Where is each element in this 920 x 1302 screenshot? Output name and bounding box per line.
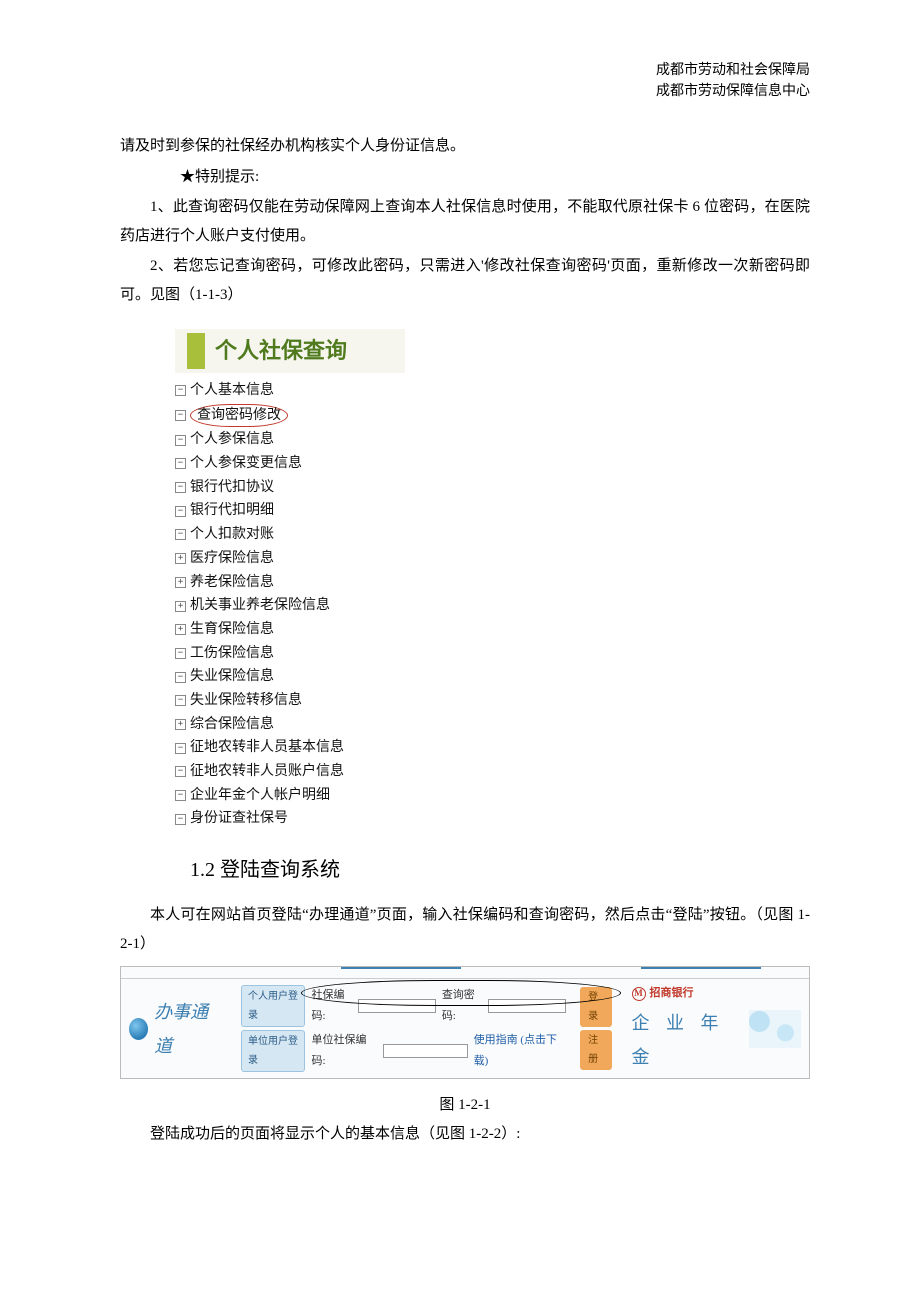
menu-item[interactable]: −工伤保险信息 bbox=[175, 642, 405, 666]
label-ssn: 社保编码: bbox=[311, 985, 352, 1027]
tree-collapse-icon[interactable]: − bbox=[175, 506, 186, 517]
menu-item-label: 身份证查社保号 bbox=[190, 808, 288, 830]
menu-item-label: 征地农转非人员基本信息 bbox=[190, 737, 344, 759]
menu-item-label: 银行代扣明细 bbox=[190, 500, 274, 522]
section-1-2-para-1: 本人可在网站首页登陆“办理通道”页面，输入社保编码和查询密码，然后点击“登陆”按… bbox=[120, 901, 810, 958]
tree-expand-icon[interactable]: + bbox=[175, 601, 186, 612]
paragraph-continuation: 请及时到参保的社保经办机构核实个人身份证信息。 bbox=[120, 132, 810, 161]
note-item-1: 1、此查询密码仅能在劳动保障网上查询本人社保信息时使用，不能取代原社保卡 6 位… bbox=[120, 193, 810, 250]
menu-item-label: 综合保险信息 bbox=[190, 714, 274, 736]
menu-item[interactable]: + 机关事业养老保险信息 bbox=[175, 594, 405, 618]
figure-1-2-1: 办事通道 个人用户登录 单位用户登录 社保编码: 查询密码: 单位社保编码: 使… bbox=[120, 966, 810, 1079]
menu-item[interactable]: −银行代扣协议 bbox=[175, 476, 405, 500]
header-line2: 成都市劳动保障信息中心 bbox=[120, 81, 810, 102]
login-form: 社保编码: 查询密码: 单位社保编码: 使用指南 (点击下载) bbox=[311, 985, 566, 1072]
input-password[interactable] bbox=[488, 999, 566, 1013]
brand-globe-icon bbox=[129, 1018, 148, 1040]
menu-item[interactable]: −企业年金个人帐户明细 bbox=[175, 784, 405, 808]
menu-item[interactable]: + 生育保险信息 bbox=[175, 618, 405, 642]
banner-accent-icon bbox=[187, 333, 205, 369]
menu-item-label: 个人参保信息 bbox=[190, 429, 274, 451]
input-ssn[interactable] bbox=[358, 999, 436, 1013]
document-header: 成都市劳动和社会保障局 成都市劳动保障信息中心 bbox=[120, 60, 810, 102]
menu-item[interactable]: + 综合保险信息 bbox=[175, 713, 405, 737]
brand-title: 办事通道 bbox=[154, 995, 217, 1063]
section-1-2-para-2: 登陆成功后的页面将显示个人的基本信息（见图 1-2-2）: bbox=[120, 1120, 810, 1149]
menu-item-label: 机关事业养老保险信息 bbox=[190, 595, 330, 617]
menu-item[interactable]: −个人参保信息 bbox=[175, 428, 405, 452]
bank-name: 招商银行 bbox=[650, 983, 694, 1004]
tab-unit-login[interactable]: 单位用户登录 bbox=[241, 1030, 306, 1072]
menu-item-label: 养老保险信息 bbox=[190, 572, 274, 594]
special-note-heading: ★特别提示: bbox=[120, 163, 810, 192]
login-button[interactable]: 登录 bbox=[580, 987, 611, 1027]
tree-collapse-icon[interactable]: − bbox=[175, 458, 186, 469]
input-unit-ssn[interactable] bbox=[383, 1044, 468, 1058]
corporate-pension-label: 企 业 年 金 bbox=[632, 1006, 743, 1074]
menu-item-label: 工伤保险信息 bbox=[190, 643, 274, 665]
tree-expand-icon[interactable]: + bbox=[175, 577, 186, 588]
menu-item[interactable]: −失业保险转移信息 bbox=[175, 689, 405, 713]
tree-expand-icon[interactable]: + bbox=[175, 624, 186, 635]
guide-download-link[interactable]: 使用指南 (点击下载) bbox=[474, 1030, 567, 1072]
tree-collapse-icon[interactable]: − bbox=[175, 648, 186, 659]
tab-personal-login[interactable]: 个人用户登录 bbox=[241, 985, 306, 1027]
menu-item-label: 征地农转非人员账户信息 bbox=[190, 761, 344, 783]
bank-logo: M 招商银行 bbox=[632, 983, 743, 1004]
menu-item-label: 生育保险信息 bbox=[190, 619, 274, 641]
figure-1-1-3: 个人社保查询 −个人基本信息−查询密码修改−个人参保信息−个人参保变更信息−银行… bbox=[175, 329, 405, 831]
tree-collapse-icon[interactable]: − bbox=[175, 766, 186, 777]
label-unit-ssn: 单位社保编码: bbox=[311, 1030, 376, 1072]
tree-collapse-icon[interactable]: − bbox=[175, 435, 186, 446]
menu-item-label: 个人参保变更信息 bbox=[190, 453, 302, 475]
menu-item[interactable]: −银行代扣明细 bbox=[175, 499, 405, 523]
menu-item[interactable]: −失业保险信息 bbox=[175, 665, 405, 689]
tree-collapse-icon[interactable]: − bbox=[175, 672, 186, 683]
tree-collapse-icon[interactable]: − bbox=[175, 482, 186, 493]
tree-collapse-icon[interactable]: − bbox=[175, 814, 186, 825]
note-item-2: 2、若您忘记查询密码，可修改此密码，只需进入'修改社保查询密码'页面，重新修改一… bbox=[120, 252, 810, 309]
menu-item-label: 银行代扣协议 bbox=[190, 477, 274, 499]
login-toolbar: 办事通道 个人用户登录 单位用户登录 社保编码: 查询密码: 单位社保编码: 使… bbox=[121, 979, 809, 1078]
login-buttons: 登录 注册 bbox=[580, 987, 611, 1070]
menu-item[interactable]: −身份证查社保号 bbox=[175, 807, 405, 831]
menu-item-label: 企业年金个人帐户明细 bbox=[190, 785, 330, 807]
figure-top-border bbox=[121, 967, 809, 979]
section-heading-1-2: 1.2 登陆查询系统 bbox=[190, 851, 810, 889]
login-tabs: 个人用户登录 单位用户登录 bbox=[241, 985, 306, 1072]
tree-collapse-icon[interactable]: − bbox=[175, 743, 186, 754]
register-button[interactable]: 注册 bbox=[580, 1030, 611, 1070]
tree-collapse-icon[interactable]: − bbox=[175, 790, 186, 801]
menu-banner: 个人社保查询 bbox=[175, 329, 405, 373]
menu-item-label: 个人基本信息 bbox=[190, 380, 274, 402]
menu-item[interactable]: −个人基本信息 bbox=[175, 379, 405, 403]
tree-expand-icon[interactable]: + bbox=[175, 719, 186, 730]
menu-item[interactable]: −查询密码修改 bbox=[175, 403, 405, 429]
tree-collapse-icon[interactable]: − bbox=[175, 695, 186, 706]
tree-expand-icon[interactable]: + bbox=[175, 553, 186, 564]
figure-1-2-1-caption: 图 1-2-1 bbox=[120, 1091, 810, 1120]
bank-mark-icon: M bbox=[632, 987, 646, 1001]
menu-item-label: 查询密码修改 bbox=[190, 404, 288, 428]
menu-item-label: 失业保险信息 bbox=[190, 666, 274, 688]
menu-banner-title: 个人社保查询 bbox=[215, 330, 347, 372]
menu-item[interactable]: −征地农转非人员账户信息 bbox=[175, 760, 405, 784]
menu-item-label: 失业保险转移信息 bbox=[190, 690, 302, 712]
menu-item-label: 医疗保险信息 bbox=[190, 548, 274, 570]
tree-collapse-icon[interactable]: − bbox=[175, 385, 186, 396]
sidebar-menu-list: −个人基本信息−查询密码修改−个人参保信息−个人参保变更信息−银行代扣协议−银行… bbox=[175, 379, 405, 831]
label-password: 查询密码: bbox=[442, 985, 483, 1027]
tree-collapse-icon[interactable]: − bbox=[175, 410, 186, 421]
menu-item[interactable]: −个人参保变更信息 bbox=[175, 452, 405, 476]
decorative-flowers-icon bbox=[749, 1010, 801, 1048]
menu-item[interactable]: + 养老保险信息 bbox=[175, 571, 405, 595]
tree-collapse-icon[interactable]: − bbox=[175, 529, 186, 540]
header-line1: 成都市劳动和社会保障局 bbox=[120, 60, 810, 81]
menu-item[interactable]: −个人扣款对账 bbox=[175, 523, 405, 547]
menu-item[interactable]: + 医疗保险信息 bbox=[175, 547, 405, 571]
menu-item[interactable]: −征地农转非人员基本信息 bbox=[175, 736, 405, 760]
menu-item-label: 个人扣款对账 bbox=[190, 524, 274, 546]
